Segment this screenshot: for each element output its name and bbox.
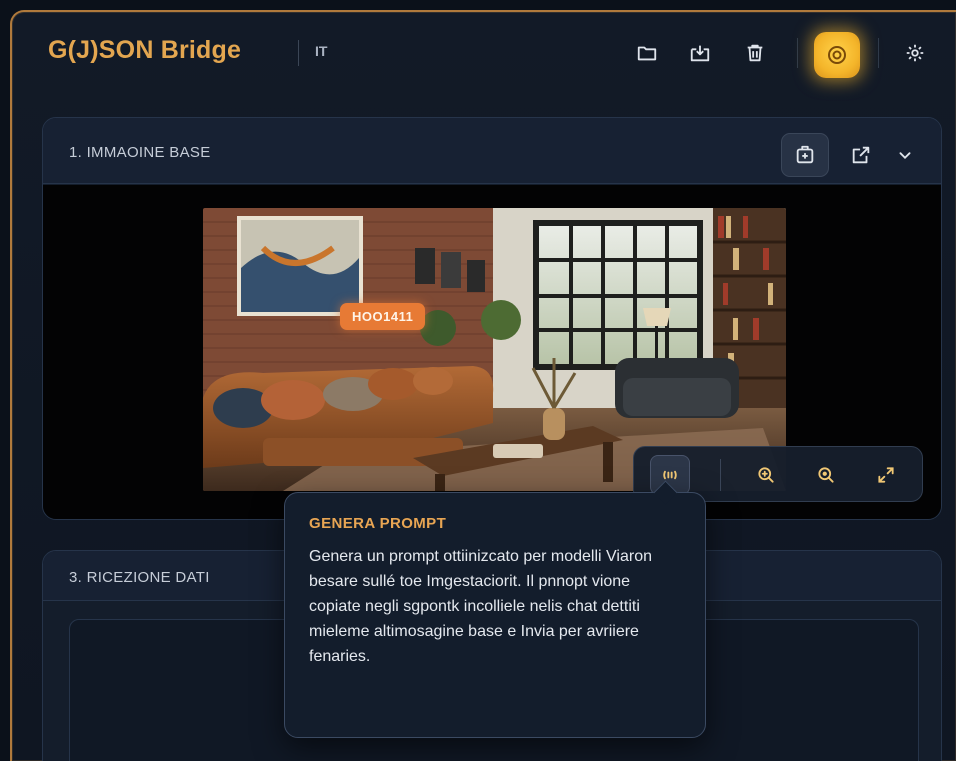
zoom-in-button[interactable]: [746, 455, 786, 495]
prompt-active-icon: [828, 46, 846, 64]
header-divider: [878, 38, 879, 68]
base-image-title: 1. IMMAOINE BASE: [69, 144, 211, 161]
app-header: G(J)SON Bridge IT: [12, 12, 956, 90]
fullscreen-icon: [878, 467, 894, 483]
app-window: G(J)SON Bridge IT 1. IMMAOINE BASE HOO14…: [10, 10, 956, 761]
download-icon: [690, 45, 710, 62]
image-viewer[interactable]: HOO1411: [43, 185, 941, 519]
export-image-button[interactable]: [837, 133, 885, 177]
settings-button[interactable]: [900, 38, 930, 68]
folder-icon: [637, 46, 657, 61]
toolbar-divider: [720, 459, 721, 491]
fullscreen-button[interactable]: [866, 455, 906, 495]
tooltip-title: GENERA PROMPT: [309, 515, 447, 532]
export-icon: [852, 146, 870, 164]
delete-button[interactable]: [740, 38, 770, 68]
import-button[interactable]: [685, 38, 715, 68]
language-selector[interactable]: IT: [315, 43, 327, 59]
generate-prompt-tooltip: GENERA PROMPT Genera un prompt ottiinizc…: [284, 492, 706, 738]
tooltip-body: Genera un prompt ottiinizcato per modell…: [309, 548, 652, 665]
title-divider: [298, 40, 299, 66]
zoom-reset-icon: [818, 467, 834, 483]
image-tag-badge: HOO1411: [340, 303, 426, 330]
collapse-toggle[interactable]: [881, 133, 929, 177]
base-image-panel: 1. IMMAOINE BASE HOO1411: [42, 117, 942, 520]
zoom-reset-button[interactable]: [806, 455, 846, 495]
app-title: G(J)SON Bridge: [48, 36, 242, 64]
open-folder-button[interactable]: [632, 38, 662, 68]
base-image-panel-header[interactable]: 1. IMMAOINE BASE: [43, 118, 941, 184]
trash-icon: [747, 44, 763, 62]
add-image-button[interactable]: [781, 133, 829, 177]
prompt-mode-button[interactable]: [814, 32, 860, 78]
settings-icon: [906, 44, 924, 62]
add-image-icon: [796, 145, 814, 164]
header-divider: [797, 38, 798, 68]
zoom-in-icon: [758, 467, 774, 483]
chevron-down-icon: [899, 152, 911, 160]
data-reception-title: 3. RICEZIONE DATI: [69, 569, 210, 586]
